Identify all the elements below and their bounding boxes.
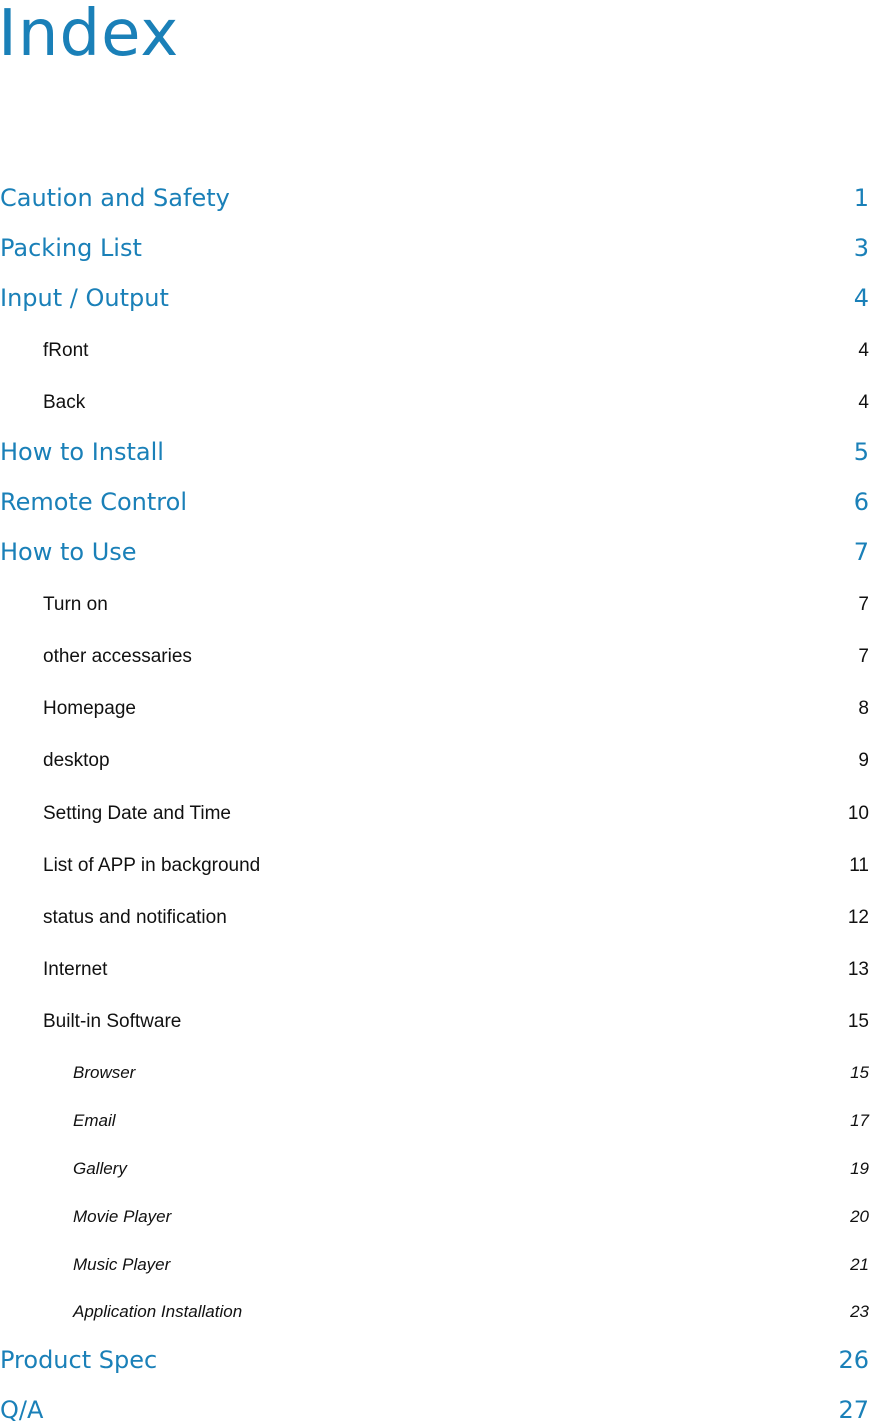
toc-entry-label: Movie Player bbox=[73, 1207, 172, 1226]
toc-entry-page-number: 5 bbox=[853, 438, 869, 466]
toc-entry-label: Music Player bbox=[73, 1255, 171, 1274]
toc-entry-level-1[interactable]: Q/A 27 bbox=[0, 1396, 871, 1424]
toc-entry-label: Browser bbox=[73, 1063, 136, 1082]
toc-entry-label: Packing List bbox=[0, 234, 142, 262]
toc-entry-page-number: 7 bbox=[858, 646, 869, 667]
toc-entry-page-number: 4 bbox=[858, 392, 869, 413]
toc-entry-label: desktop bbox=[43, 750, 110, 771]
toc-entry-page-number: 10 bbox=[847, 803, 869, 824]
toc-entry-page-number: 1 bbox=[853, 184, 869, 212]
toc-entry-level-2[interactable]: Internet 13 bbox=[0, 959, 871, 981]
toc-entry-page-number: 27 bbox=[838, 1396, 869, 1424]
toc-entry-page-number: 6 bbox=[853, 488, 869, 516]
toc-entry-label: Input / Output bbox=[0, 284, 169, 312]
toc-entry-page-number: 8 bbox=[858, 698, 869, 719]
toc-entry-level-2[interactable]: Turn on 7 bbox=[0, 594, 871, 616]
toc-entry-label: Q/A bbox=[0, 1396, 44, 1424]
page-title: Index bbox=[0, 0, 180, 71]
toc-entry-label: Homepage bbox=[43, 698, 136, 719]
toc-entry-level-2[interactable]: Built-in Software 15 bbox=[0, 1011, 871, 1033]
toc-entry-level-1[interactable]: Packing List 3 bbox=[0, 234, 871, 262]
toc-entry-page-number: 3 bbox=[853, 234, 869, 262]
toc-entry-page-number: 7 bbox=[858, 594, 869, 615]
toc-entry-label: Email bbox=[73, 1111, 116, 1130]
toc-entry-level-2[interactable]: Homepage 8 bbox=[0, 698, 871, 720]
toc-entry-label: Internet bbox=[43, 959, 108, 980]
toc-entry-level-2[interactable]: fRont 4 bbox=[0, 340, 871, 362]
toc-entry-label: Remote Control bbox=[0, 488, 187, 516]
toc-entry-level-2[interactable]: Back 4 bbox=[0, 392, 871, 414]
toc-entry-level-3[interactable]: Email 17 bbox=[0, 1111, 871, 1131]
toc-entry-level-1[interactable]: Product Spec 26 bbox=[0, 1346, 871, 1374]
toc-entry-page-number: 11 bbox=[849, 855, 869, 876]
toc-entry-page-number: 12 bbox=[847, 907, 869, 928]
toc-entry-label: Setting Date and Time bbox=[43, 803, 231, 824]
toc-entry-label: List of APP in background bbox=[43, 855, 261, 876]
toc-entry-level-2[interactable]: Setting Date and Time 10 bbox=[0, 803, 871, 825]
toc-entry-label: Application Installation bbox=[73, 1302, 243, 1321]
toc-entry-page-number: 4 bbox=[858, 340, 869, 361]
toc-entry-level-2[interactable]: status and notification 12 bbox=[0, 907, 871, 929]
toc-entry-label: How to Use bbox=[0, 538, 137, 566]
toc-entry-level-2[interactable]: List of APP in background 11 bbox=[0, 855, 871, 877]
toc-entry-label: Caution and Safety bbox=[0, 184, 230, 212]
toc-entry-level-3[interactable]: Music Player 21 bbox=[0, 1255, 871, 1275]
toc-entry-page-number: 17 bbox=[850, 1111, 869, 1130]
toc-entry-page-number: 9 bbox=[858, 750, 869, 771]
toc-entry-page-number: 26 bbox=[838, 1346, 869, 1374]
toc-entry-page-number: 4 bbox=[853, 284, 869, 312]
toc-entry-level-3[interactable]: Gallery 19 bbox=[0, 1159, 871, 1179]
toc-entry-page-number: 15 bbox=[850, 1063, 869, 1082]
toc-entry-page-number: 21 bbox=[850, 1255, 869, 1274]
toc-entry-level-3[interactable]: Application Installation 23 bbox=[0, 1302, 871, 1322]
toc-entry-label: other accessaries bbox=[43, 646, 192, 667]
toc-entry-level-2[interactable]: desktop 9 bbox=[0, 750, 871, 772]
toc-entry-level-1[interactable]: How to Use 7 bbox=[0, 538, 871, 566]
toc-entry-level-1[interactable]: Input / Output 4 bbox=[0, 284, 871, 312]
toc-entry-page-number: 19 bbox=[850, 1159, 869, 1178]
toc-entry-level-1[interactable]: Remote Control 6 bbox=[0, 488, 871, 516]
toc-entry-label: Back bbox=[43, 392, 86, 413]
toc-entry-page-number: 7 bbox=[853, 538, 869, 566]
toc-entry-page-number: 13 bbox=[847, 959, 869, 980]
toc-entry-page-number: 20 bbox=[850, 1207, 869, 1226]
toc-entry-label: fRont bbox=[43, 340, 89, 361]
toc-entry-level-1[interactable]: How to Install 5 bbox=[0, 438, 871, 466]
toc-entry-level-1[interactable]: Caution and Safety 1 bbox=[0, 184, 871, 212]
toc-entry-label: status and notification bbox=[43, 907, 227, 928]
toc-entry-page-number: 23 bbox=[850, 1302, 869, 1321]
toc-entry-label: How to Install bbox=[0, 438, 164, 466]
toc-entry-label: Built-in Software bbox=[43, 1011, 182, 1032]
toc-entry-label: Product Spec bbox=[0, 1346, 158, 1374]
toc-entry-level-3[interactable]: Browser 15 bbox=[0, 1063, 871, 1083]
toc-entry-label: Gallery bbox=[73, 1159, 127, 1178]
toc-entry-level-3[interactable]: Movie Player 20 bbox=[0, 1207, 871, 1227]
toc-entry-label: Turn on bbox=[43, 594, 108, 615]
toc-entry-page-number: 15 bbox=[847, 1011, 869, 1032]
toc-entry-level-2[interactable]: other accessaries 7 bbox=[0, 646, 871, 668]
